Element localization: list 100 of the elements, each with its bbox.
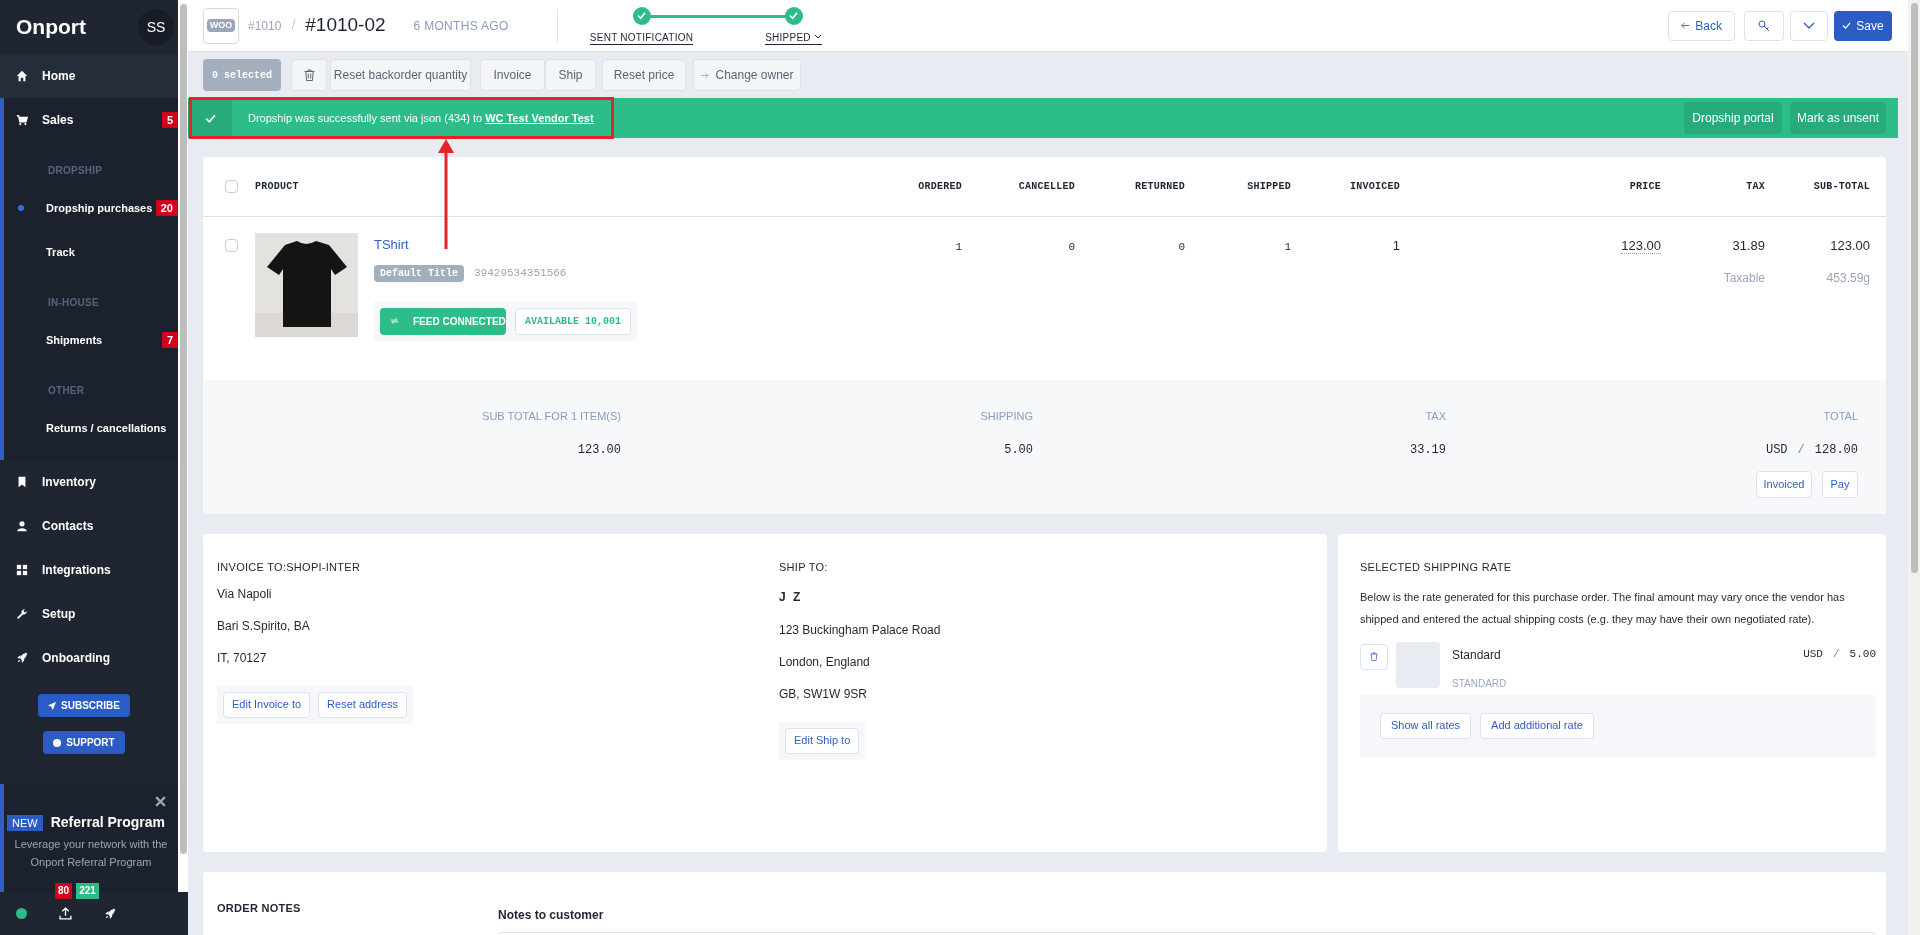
breadcrumb-separator: / [291, 16, 296, 35]
toolbar-button[interactable]: Ship [545, 59, 596, 91]
column-header: SHIPPED [1246, 180, 1291, 194]
nav-item[interactable]: Returns / cancellations [4, 406, 178, 450]
column-header: PRICE [1628, 180, 1661, 194]
rate-name: Standard [1452, 646, 1502, 664]
total-value: 33.19 [1410, 441, 1446, 459]
total-label: SUB TOTAL FOR 1 ITEM(S) [482, 409, 621, 424]
nav-item[interactable]: Inventory [0, 460, 178, 504]
address-line: London, England [779, 653, 870, 670]
sku-text: 39429534351566 [474, 265, 567, 281]
action-button[interactable]: Reset address [318, 691, 408, 718]
close-icon[interactable] [155, 796, 166, 807]
bookmark-icon [16, 476, 28, 488]
back-button[interactable]: Back [1668, 10, 1735, 41]
nav-item[interactable]: Integrations [0, 548, 178, 592]
weight-text: 453.59g [1825, 270, 1870, 287]
delete-button[interactable] [1360, 643, 1388, 670]
total-value: 5.00 [1004, 441, 1033, 459]
column-header: ORDERED [917, 180, 962, 194]
table-cell[interactable]: 123.00 [1621, 238, 1661, 254]
scrollbar[interactable] [178, 0, 188, 892]
action-button[interactable]: Pay [1822, 470, 1858, 498]
dropdown-button[interactable] [1790, 10, 1828, 41]
count-badge: 221 [76, 883, 99, 899]
toolbar-button[interactable]: Reset price [602, 59, 686, 91]
nav-item[interactable]: Dropship purchases 20 [4, 186, 178, 230]
separator-text: / [1797, 441, 1805, 459]
user-avatar[interactable]: SS [138, 9, 174, 45]
section-heading: DROPSHIP [47, 164, 104, 178]
table-cell: 1 [1284, 241, 1291, 253]
count-badge: 20 [155, 200, 178, 216]
action-button[interactable]: Invoiced [1756, 470, 1812, 498]
toolbar-button[interactable]: Change owner [693, 59, 801, 91]
chevron-down-icon [1803, 21, 1815, 30]
nav-item[interactable]: Setup [0, 592, 178, 636]
nav-item[interactable]: Contacts [0, 504, 178, 548]
rate-description: Below is the rate generated for this purchase order. The final amount may vary once the vendor has shipped and entered the actual shipping costs (e.g. they may have their own negotiated rate). [1360, 589, 1846, 627]
action-button[interactable]: Edit Invoice to [223, 691, 311, 718]
nav-item[interactable]: Shipments 7 [4, 318, 178, 362]
user-icon [16, 520, 28, 532]
scrollbar[interactable] [1908, 0, 1920, 935]
column-header: TAX [1745, 180, 1765, 194]
table-cell: 123.00 [1830, 238, 1870, 253]
cart-icon [16, 114, 28, 126]
rate-code: STANDARD [1452, 676, 1507, 691]
step-label[interactable]: SHIPPED [765, 30, 822, 45]
success-message: Dropship was successfully sent via json (434) to WC Test Vendor Test [248, 110, 594, 126]
arrow-right-icon [700, 70, 710, 80]
key-icon [1758, 19, 1770, 32]
wrench-icon [16, 608, 28, 620]
product-link[interactable]: TShirt [374, 235, 409, 255]
nav-item[interactable]: Sales 5 [4, 98, 178, 142]
trash-icon [303, 69, 315, 81]
action-button[interactable]: Show all rates [1380, 712, 1472, 739]
check-icon [204, 112, 216, 124]
total-value: 128.00 [1814, 441, 1858, 459]
column-header: INVOICED [1349, 180, 1400, 194]
table-cell: 0 [1068, 241, 1075, 253]
tax-note: Taxable [1722, 270, 1765, 287]
app-logo: Onport [16, 14, 86, 41]
store-logo: WOO [203, 7, 239, 44]
subscribe-button[interactable]: SUBSCRIBE [38, 694, 130, 717]
nav-item[interactable]: Onboarding [0, 636, 178, 680]
total-label: TAX [1425, 409, 1446, 424]
table-cell: 1 [955, 241, 962, 253]
section-heading: OTHER [47, 384, 86, 398]
total-label: SHIPPING [980, 409, 1033, 424]
section-title: SHIP TO: [779, 560, 828, 575]
action-button[interactable]: Add additional rate [1480, 712, 1594, 739]
rocket-icon[interactable] [104, 907, 116, 920]
checkbox[interactable] [225, 180, 238, 193]
currency-text: USD [1765, 441, 1788, 459]
toolbar-button[interactable]: Invoice [480, 59, 545, 91]
save-button[interactable]: Save [1834, 10, 1892, 41]
field-label: Notes to customer [498, 907, 605, 924]
status-dot-icon [16, 908, 27, 919]
delete-button[interactable] [291, 59, 327, 91]
purchase-number: #1010-02 [305, 13, 386, 38]
action-button[interactable]: Edit Ship to [785, 727, 860, 754]
section-title: INVOICE TO:SHOPI-INTER [217, 560, 361, 575]
column-header: SUB-TOTAL [1812, 180, 1870, 194]
total-value: 123.00 [577, 441, 621, 459]
key-button[interactable] [1744, 10, 1784, 41]
order-age: 6 MONTHS AGO [413, 17, 509, 35]
table-cell: 31.89 [1732, 238, 1765, 253]
checkbox[interactable] [225, 239, 238, 252]
grid-icon [16, 564, 28, 576]
count-badge: 7 [161, 332, 178, 348]
address-line: GB, SW1W 9SR [779, 685, 867, 702]
upload-icon[interactable] [59, 907, 72, 920]
nav-item[interactable]: Home [0, 54, 178, 98]
toolbar-button[interactable]: Reset backorder quantity [330, 59, 471, 91]
support-button[interactable]: SUPPORT [43, 731, 125, 754]
address-line: IT, 70127 [217, 649, 267, 666]
table-cell: 1 [1392, 238, 1400, 253]
address-line: Bari S.Spirito, BA [217, 617, 310, 634]
section-title: SELECTED SHIPPING RATE [1360, 560, 1513, 575]
nav-item[interactable]: Track [4, 230, 178, 274]
arrow-left-icon [1681, 21, 1691, 30]
